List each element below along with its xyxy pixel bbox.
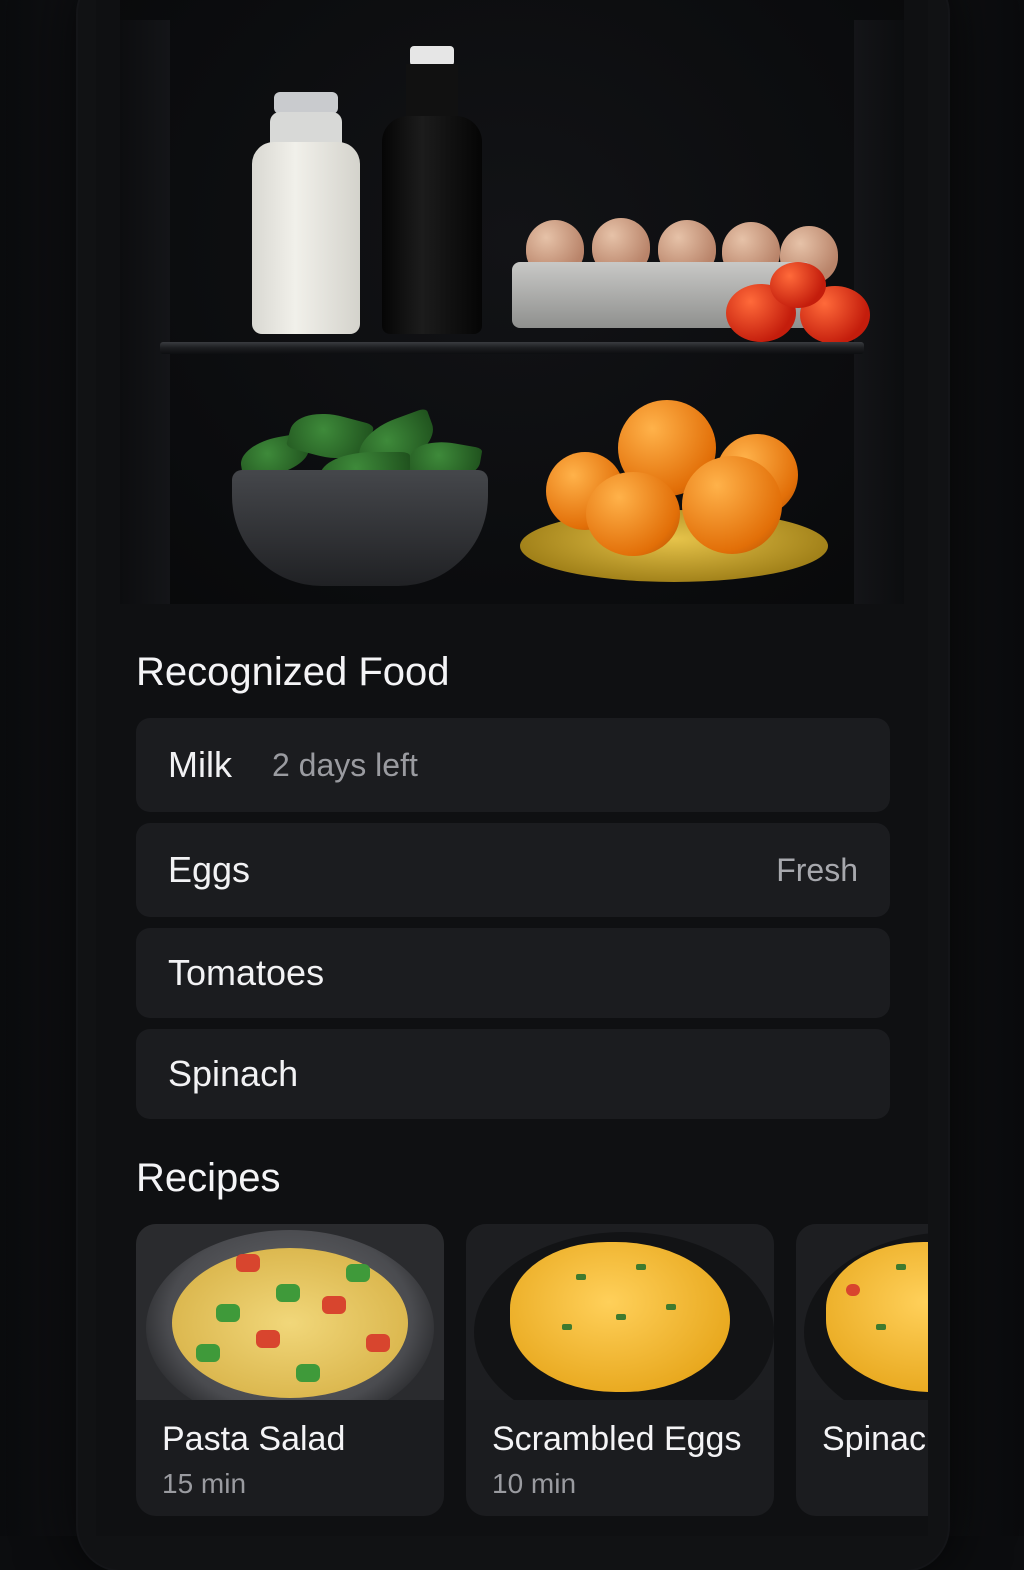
recognized-food-list: Milk 2 days left Eggs Fresh Tomatoes Spi… — [136, 718, 890, 1130]
food-item-status: Fresh — [776, 852, 858, 889]
food-item-status: 2 days left — [272, 747, 418, 784]
recipe-time: 10 min — [492, 1468, 576, 1500]
recipe-title: Spinach — [822, 1420, 928, 1459]
recipe-title: Pasta Salad — [162, 1420, 345, 1459]
recipe-card-scrambled-eggs[interactable]: Scrambled Eggs 10 min — [466, 1224, 774, 1516]
recipes-carousel[interactable]: Pasta Salad 15 min Scrambled Eggs 10 min — [136, 1224, 928, 1516]
recipe-card-spinach[interactable]: Spinach — [796, 1224, 928, 1516]
recipes-heading: Recipes — [136, 1156, 281, 1201]
pasta-salad-image — [136, 1224, 444, 1400]
food-item-milk[interactable]: Milk 2 days left — [136, 718, 890, 812]
recipe-time: 15 min — [162, 1468, 246, 1500]
dark-bottle-image — [382, 46, 482, 334]
spinach-recipe-image — [796, 1224, 928, 1400]
fridge-wall-left — [120, 20, 170, 604]
milk-bottle-image — [252, 92, 360, 334]
food-item-tomatoes[interactable]: Tomatoes — [136, 928, 890, 1018]
recognized-food-heading: Recognized Food — [136, 650, 450, 695]
scrambled-eggs-image — [466, 1224, 774, 1400]
food-item-name: Eggs — [168, 849, 250, 891]
food-item-eggs[interactable]: Eggs Fresh — [136, 823, 890, 917]
recipe-card-pasta-salad[interactable]: Pasta Salad 15 min — [136, 1224, 444, 1516]
fridge-shelf — [160, 342, 864, 354]
app-screen: Recognized Food Milk 2 days left Eggs Fr… — [96, 0, 928, 1536]
recipe-title: Scrambled Eggs — [492, 1420, 741, 1459]
food-item-name: Spinach — [168, 1053, 298, 1095]
food-item-name: Milk — [168, 744, 232, 786]
food-item-name: Tomatoes — [168, 952, 324, 994]
fridge-photo — [120, 0, 904, 604]
food-item-spinach[interactable]: Spinach — [136, 1029, 890, 1119]
